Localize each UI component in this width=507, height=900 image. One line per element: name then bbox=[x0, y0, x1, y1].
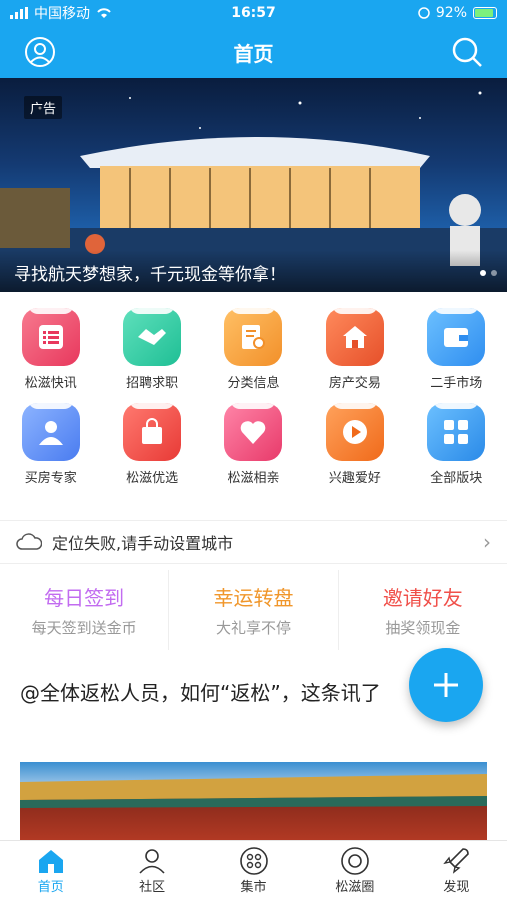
rocket-icon bbox=[443, 848, 470, 874]
tab-label: 松滋圈 bbox=[335, 880, 375, 895]
grid-label: 买房专家 bbox=[24, 471, 77, 486]
carousel-dots bbox=[480, 270, 497, 276]
category-grid: 松滋快讯 招聘求职 分类信息 房产交易 二手市场 买房专家 松滋优选 松滋相亲 … bbox=[0, 308, 507, 486]
promo-sub: 每天签到送金币 bbox=[31, 619, 137, 637]
promo-invite[interactable]: 邀请好友 抽奖领现金 bbox=[339, 570, 507, 650]
handshake-icon bbox=[123, 308, 182, 366]
status-bar: 中国移动 16:57 92% bbox=[0, 0, 507, 26]
community-icon bbox=[139, 849, 165, 874]
plus-icon bbox=[434, 673, 458, 697]
location-bar[interactable]: 定位失败,请手动设置城市 › bbox=[0, 520, 507, 564]
grid-label: 招聘求职 bbox=[126, 376, 179, 391]
grid-label: 松滋快讯 bbox=[24, 376, 77, 391]
grid-item-secondhand[interactable]: 二手市场 bbox=[406, 308, 507, 391]
grid-label: 二手市场 bbox=[430, 376, 483, 391]
wallet-icon bbox=[427, 308, 486, 366]
grid-item-dating[interactable]: 松滋相亲 bbox=[203, 403, 304, 486]
promo-title: 每日签到 bbox=[44, 586, 125, 610]
grid-blocks-icon bbox=[427, 403, 486, 461]
chevron-right-icon: › bbox=[483, 530, 491, 554]
feed-item-title[interactable]: @全体返松人员，如何“返松”，这条讯了 bbox=[20, 678, 410, 708]
battery-icon bbox=[473, 7, 497, 19]
house-icon bbox=[325, 308, 384, 366]
tab-label: 集市 bbox=[240, 880, 267, 895]
banner-carousel[interactable]: 广告 寻找航天梦想家，千元现金等你拿！ bbox=[0, 78, 507, 292]
promo-row: 每日签到 每天签到送金币 幸运转盘 大礼享不停 邀请好友 抽奖领现金 bbox=[0, 570, 507, 650]
promo-wheel[interactable]: 幸运转盘 大礼享不停 bbox=[169, 570, 339, 650]
shopping-bag-icon bbox=[123, 403, 182, 461]
cloud-icon bbox=[16, 533, 42, 550]
grid-label: 全部版块 bbox=[430, 471, 483, 486]
tab-label: 首页 bbox=[37, 880, 64, 895]
tab-label: 社区 bbox=[139, 880, 166, 895]
banner-caption: 寻找航天梦想家，千元现金等你拿！ bbox=[0, 250, 507, 292]
grid-label: 分类信息 bbox=[227, 376, 280, 391]
promo-checkin[interactable]: 每日签到 每天签到送金币 bbox=[0, 570, 170, 650]
grid-item-property[interactable]: 房产交易 bbox=[304, 308, 405, 391]
location-text: 定位失败,请手动设置城市 bbox=[52, 534, 234, 553]
play-icon bbox=[325, 403, 384, 461]
grid-item-classifieds[interactable]: 分类信息 bbox=[203, 308, 304, 391]
palace-roof-image bbox=[20, 774, 487, 808]
status-time: 16:57 bbox=[231, 5, 276, 21]
market-icon bbox=[239, 847, 268, 875]
search-icon bbox=[452, 37, 482, 67]
grid-item-jobs[interactable]: 招聘求职 bbox=[101, 308, 202, 391]
ad-tag: 广告 bbox=[24, 96, 63, 119]
tab-market[interactable]: 集市 bbox=[203, 841, 304, 900]
grid-item-hobbies[interactable]: 兴趣爱好 bbox=[304, 403, 405, 486]
grid-item-all[interactable]: 全部版块 bbox=[406, 403, 507, 486]
grid-item-shop[interactable]: 松滋优选 bbox=[101, 403, 202, 486]
grid-label: 兴趣爱好 bbox=[328, 471, 381, 486]
page-title: 首页 bbox=[233, 41, 274, 66]
add-post-button[interactable] bbox=[409, 648, 483, 722]
document-search-icon bbox=[224, 308, 283, 366]
profile-button[interactable] bbox=[24, 36, 56, 68]
tab-discover[interactable]: 发现 bbox=[406, 841, 507, 900]
tab-community[interactable]: 社区 bbox=[101, 841, 202, 900]
promo-title: 幸运转盘 bbox=[213, 586, 294, 610]
circle-icon bbox=[341, 847, 369, 875]
grid-label: 松滋优选 bbox=[126, 471, 179, 486]
news-list-icon bbox=[21, 308, 80, 366]
heart-icon bbox=[224, 403, 283, 461]
grid-item-news[interactable]: 松滋快讯 bbox=[0, 308, 101, 391]
person-icon bbox=[21, 403, 80, 461]
promo-sub: 抽奖领现金 bbox=[385, 619, 461, 637]
tab-home[interactable]: 首页 bbox=[0, 841, 101, 900]
search-button[interactable] bbox=[451, 36, 483, 68]
bottom-tab-bar: 首页 社区 集市 松滋圈 发现 bbox=[0, 840, 507, 900]
top-header: 首页 bbox=[0, 26, 507, 78]
feed-item-image[interactable] bbox=[20, 762, 487, 842]
grid-item-house-expert[interactable]: 买房专家 bbox=[0, 403, 101, 486]
grid-label: 松滋相亲 bbox=[227, 471, 280, 486]
tab-circle[interactable]: 松滋圈 bbox=[304, 841, 405, 900]
tab-label: 发现 bbox=[443, 880, 470, 895]
user-icon bbox=[25, 37, 55, 67]
grid-label: 房产交易 bbox=[328, 376, 381, 391]
promo-sub: 大礼享不停 bbox=[215, 619, 291, 637]
promo-title: 邀请好友 bbox=[382, 586, 463, 610]
home-icon bbox=[38, 850, 63, 873]
